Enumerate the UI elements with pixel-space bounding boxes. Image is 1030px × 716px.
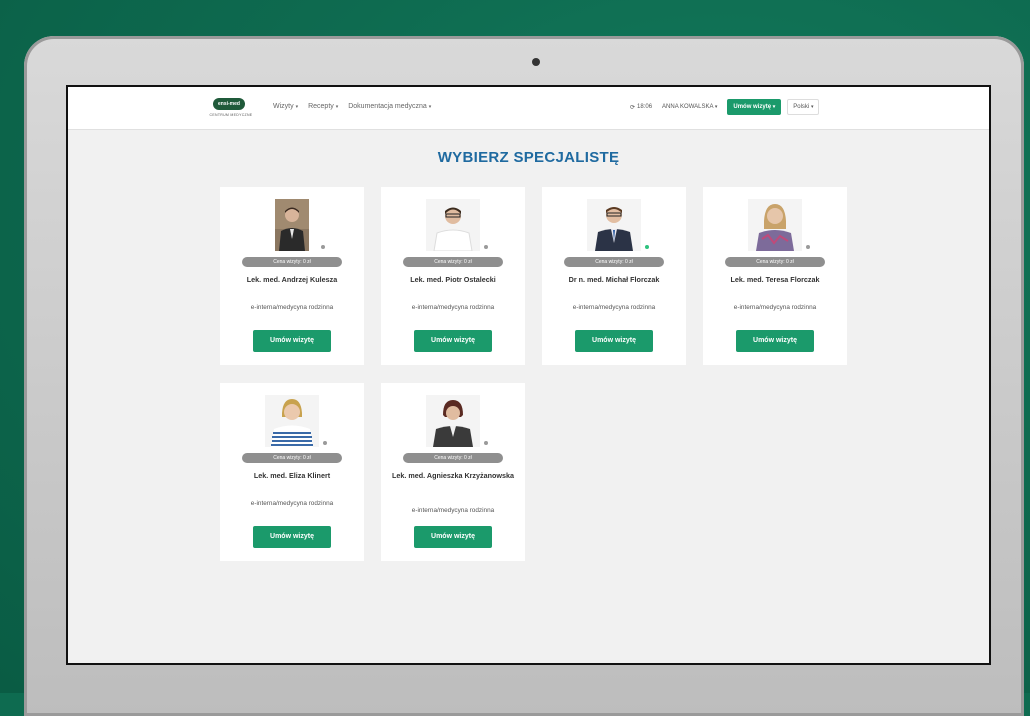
refresh-icon: ⟳ — [630, 104, 636, 111]
chevron-down-icon: ▾ — [428, 104, 432, 110]
doctor-photo — [265, 395, 319, 447]
doctor-photo — [748, 199, 802, 251]
user-name: ANNA KOWALSKA — [662, 104, 714, 110]
doctor-card: Cena wizyty: 0 zł Lek. med. Piotr Ostale… — [381, 187, 525, 365]
web-page: ensi-med CENTRUM MEDYCZNE Wizyty ▾ Recep… — [68, 87, 989, 663]
menu-item-label: Recepty — [308, 103, 334, 110]
book-appointment-button[interactable]: Umów wizytę — [736, 330, 814, 352]
doctor-card: Cena wizyty: 0 zł Lek. med. Eliza Kliner… — [220, 383, 364, 561]
doctor-card: Cena wizyty: 0 zł Lek. med. Agnieszka Kr… — [381, 383, 525, 561]
status-indicator — [323, 441, 327, 445]
doctor-specialty: e-interna/medycyna rodzinna — [411, 304, 495, 311]
session-timer[interactable]: ⟳ 18:06 — [630, 104, 652, 111]
doctor-card: Cena wizyty: 0 zł Lek. med. Andrzej Kule… — [220, 187, 364, 365]
logo-mark: ensi-med — [213, 98, 245, 110]
chevron-down-icon: ▾ — [810, 104, 814, 110]
top-navbar: ensi-med CENTRUM MEDYCZNE Wizyty ▾ Recep… — [68, 87, 989, 130]
doctor-photo — [587, 199, 641, 251]
chevron-down-icon: ▾ — [335, 104, 339, 110]
book-appointment-button[interactable]: Umów wizytę — [253, 330, 331, 352]
visit-price-badge: Cena wizyty: 0 zł — [564, 257, 664, 267]
clinic-logo[interactable]: ensi-med CENTRUM MEDYCZNE — [205, 96, 257, 122]
menu-item-label: Dokumentacja medyczna — [348, 103, 427, 110]
navbar-right: ⟳ 18:06 ANNA KOWALSKA ▾ Umów wizytę ▾ Po… — [630, 99, 820, 115]
book-appointment-button[interactable]: Umów wizytę — [253, 526, 331, 548]
book-appointment-button[interactable]: Umów wizytę — [414, 526, 492, 548]
visit-price-badge: Cena wizyty: 0 zł — [403, 453, 503, 463]
doctor-photo — [275, 199, 309, 251]
status-indicator — [484, 441, 488, 445]
doctor-name: Lek. med. Eliza Klinert — [253, 471, 331, 480]
doctor-specialty: e-interna/medycyna rodzinna — [733, 304, 817, 311]
language-label: Polski — [793, 104, 810, 110]
doctor-specialty: e-interna/medycyna rodzinna — [250, 304, 334, 311]
status-indicator-online — [645, 245, 649, 249]
status-indicator — [484, 245, 488, 249]
page-title: WYBIERZ SPECJALISTĘ — [437, 149, 620, 166]
doctor-photo — [426, 395, 480, 447]
menu-item-prescriptions[interactable]: Recepty ▾ — [308, 103, 338, 110]
user-menu-button[interactable]: ANNA KOWALSKA ▾ — [658, 100, 721, 114]
doctor-specialty: e-interna/medycyna rodzinna — [572, 304, 656, 311]
main-menu: Wizyty ▾ Recepty ▾ Dokumentacja medyczna… — [273, 103, 431, 110]
chevron-down-icon: ▾ — [772, 104, 776, 110]
book-appointment-button[interactable]: Umów wizytę — [414, 330, 492, 352]
visit-price-badge: Cena wizyty: 0 zł — [242, 453, 342, 463]
book-appointment-button[interactable]: Umów wizytę — [575, 330, 653, 352]
logo-subtitle: CENTRUM MEDYCZNE — [209, 113, 253, 117]
doctor-name: Lek. med. Teresa Florczak — [730, 275, 820, 284]
doctor-name: Lek. med. Agnieszka Krzyżanowska — [392, 471, 514, 480]
visit-price-badge: Cena wizyty: 0 zł — [725, 257, 825, 267]
book-visit-button[interactable]: Umów wizytę ▾ — [727, 99, 782, 115]
laptop-screen: ensi-med CENTRUM MEDYCZNE Wizyty ▾ Recep… — [66, 85, 991, 665]
doctor-name: Lek. med. Piotr Ostalecki — [410, 275, 496, 284]
doctor-specialty: e-interna/medycyna rodzinna — [250, 500, 334, 507]
session-time: 18:06 — [637, 104, 653, 110]
language-select[interactable]: Polski ▾ — [787, 99, 820, 115]
doctor-photo — [426, 199, 480, 251]
visit-price-badge: Cena wizyty: 0 zł — [403, 257, 503, 267]
webcam-icon — [532, 58, 540, 66]
doctor-card: Cena wizyty: 0 zł Dr n. med. Michał Flor… — [542, 187, 686, 365]
status-indicator — [806, 245, 810, 249]
doctor-name: Lek. med. Andrzej Kulesza — [246, 275, 338, 284]
doctor-card: Cena wizyty: 0 zł Lek. med. Teresa Florc… — [703, 187, 847, 365]
menu-item-medical-records[interactable]: Dokumentacja medyczna ▾ — [348, 103, 431, 110]
chevron-down-icon: ▾ — [714, 104, 718, 110]
menu-item-visits[interactable]: Wizyty ▾ — [273, 103, 298, 110]
visit-price-badge: Cena wizyty: 0 zł — [242, 257, 342, 267]
doctor-name: Dr n. med. Michał Florczak — [568, 275, 660, 284]
menu-item-label: Wizyty — [273, 103, 294, 110]
doctor-specialty: e-interna/medycyna rodzinna — [411, 507, 495, 514]
chevron-down-icon: ▾ — [295, 104, 299, 110]
status-indicator — [321, 245, 325, 249]
book-visit-label: Umów wizytę — [733, 104, 772, 110]
